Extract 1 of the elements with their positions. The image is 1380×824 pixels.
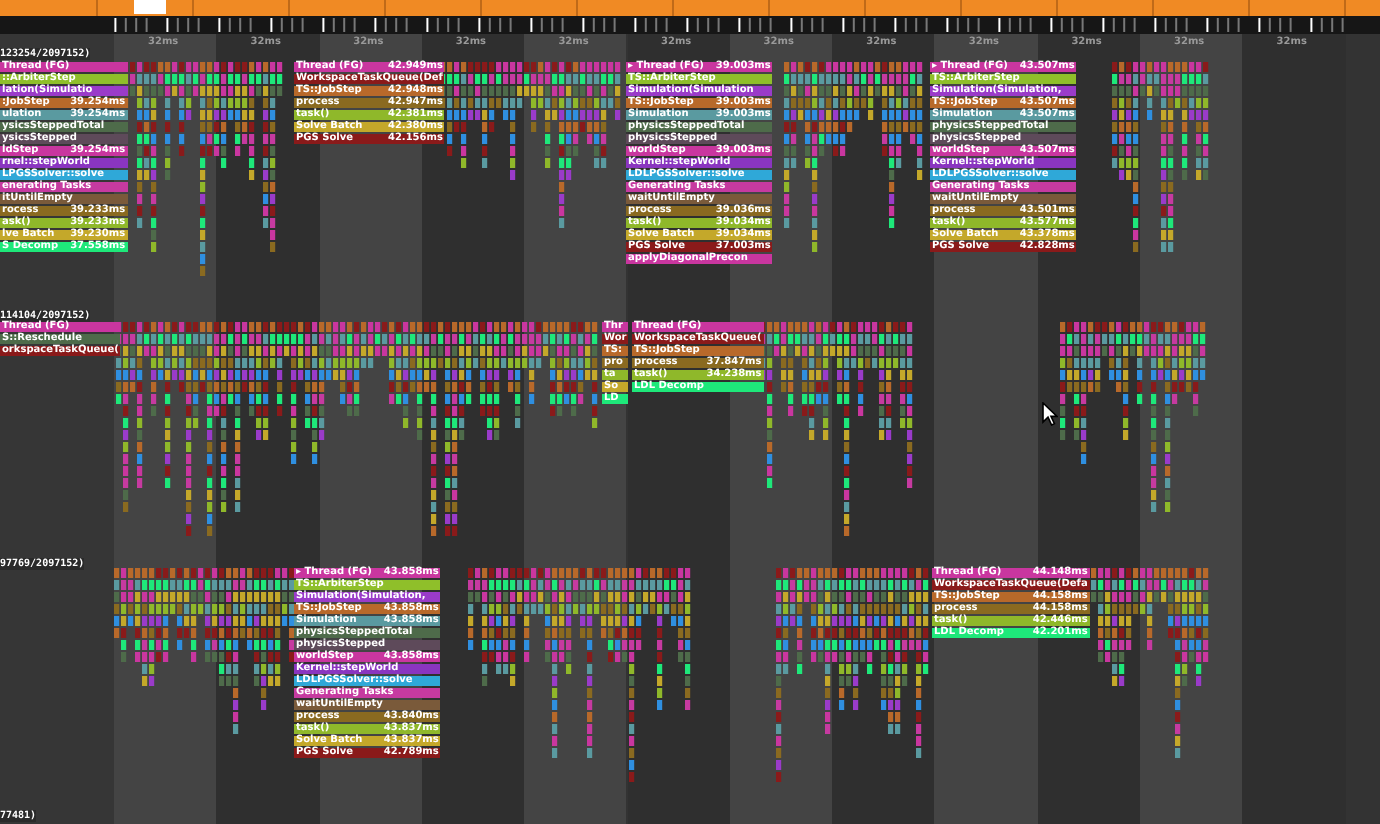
mouse-cursor-icon (1042, 402, 1058, 426)
